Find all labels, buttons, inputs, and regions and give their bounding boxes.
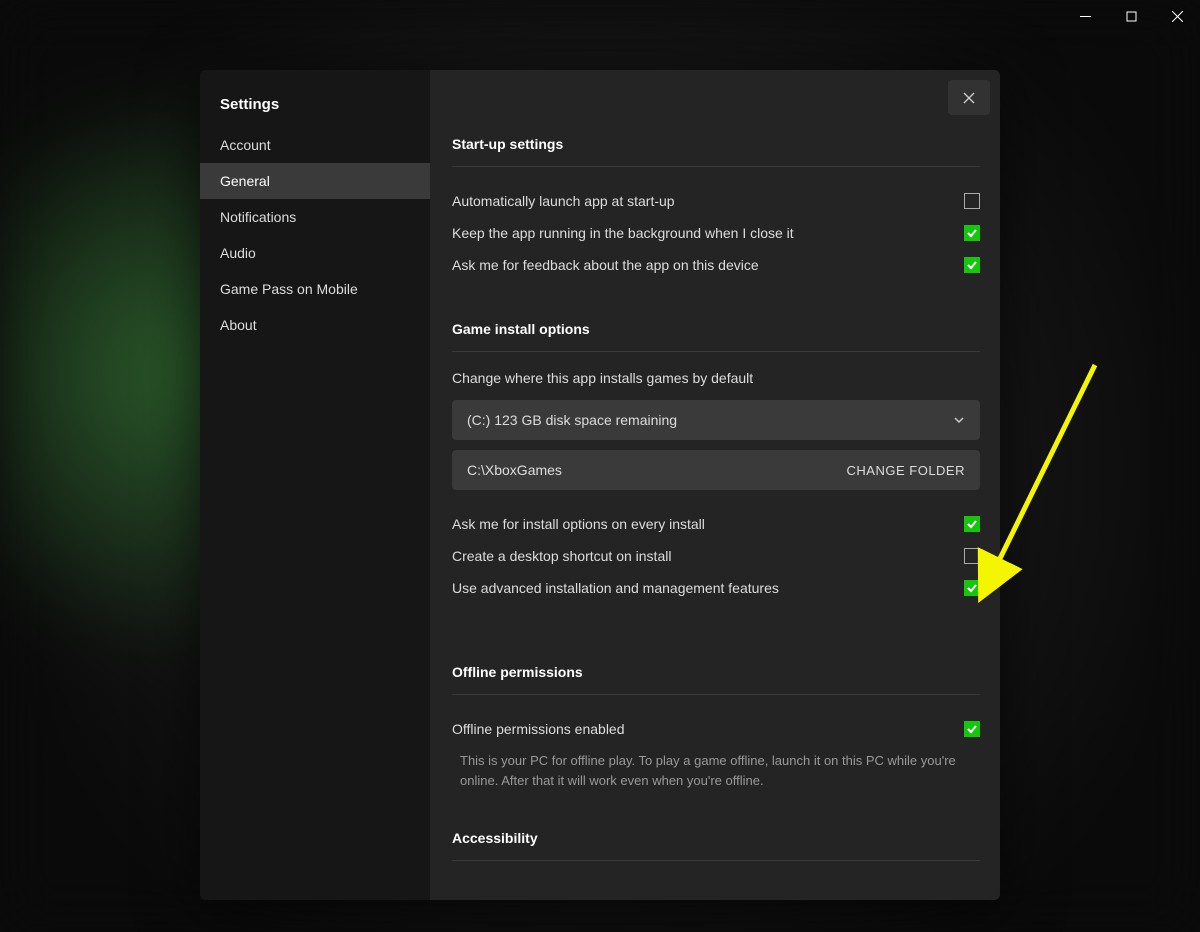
startup-background-checkbox[interactable]	[964, 225, 980, 241]
section-title-accessibility: Accessibility	[452, 830, 980, 861]
startup-auto-launch-checkbox[interactable]	[964, 193, 980, 209]
sidebar-item-about[interactable]: About	[200, 307, 430, 343]
settings-sidebar: Settings Account General Notifications A…	[200, 70, 430, 900]
install-ask-options-row: Ask me for install options on every inst…	[452, 508, 980, 540]
sidebar-item-game-pass-mobile[interactable]: Game Pass on Mobile	[200, 271, 430, 307]
install-advanced-checkbox[interactable]	[964, 580, 980, 596]
install-shortcut-row: Create a desktop shortcut on install	[452, 540, 980, 572]
section-title-offline: Offline permissions	[452, 664, 980, 695]
startup-background-row: Keep the app running in the background w…	[452, 217, 980, 249]
settings-dialog: Settings Account General Notifications A…	[200, 70, 1000, 900]
section-title-install: Game install options	[452, 321, 980, 352]
offline-enabled-checkbox[interactable]	[964, 721, 980, 737]
sidebar-item-notifications[interactable]: Notifications	[200, 199, 430, 235]
install-drive-selected: (C:) 123 GB disk space remaining	[467, 412, 677, 428]
close-icon	[963, 92, 975, 104]
window-maximize-button[interactable]	[1108, 0, 1154, 32]
startup-auto-launch-label: Automatically launch app at start-up	[452, 193, 675, 209]
install-advanced-label: Use advanced installation and management…	[452, 580, 779, 596]
startup-feedback-row: Ask me for feedback about the app on thi…	[452, 249, 980, 281]
offline-enabled-row: Offline permissions enabled	[452, 713, 980, 745]
install-folder-row: C:\XboxGames CHANGE FOLDER	[452, 450, 980, 490]
install-advanced-row: Use advanced installation and management…	[452, 572, 980, 604]
install-drive-dropdown[interactable]: (C:) 123 GB disk space remaining	[452, 400, 980, 440]
offline-help-text: This is your PC for offline play. To pla…	[452, 745, 980, 790]
offline-enabled-label: Offline permissions enabled	[452, 721, 625, 737]
change-folder-button[interactable]: CHANGE FOLDER	[847, 463, 965, 478]
startup-feedback-label: Ask me for feedback about the app on thi…	[452, 257, 759, 273]
startup-auto-launch-row: Automatically launch app at start-up	[452, 185, 980, 217]
sidebar-item-account[interactable]: Account	[200, 127, 430, 163]
install-shortcut-checkbox[interactable]	[964, 548, 980, 564]
install-ask-options-label: Ask me for install options on every inst…	[452, 516, 705, 532]
install-folder-path: C:\XboxGames	[467, 462, 562, 478]
dialog-close-button[interactable]	[948, 80, 990, 115]
install-ask-options-checkbox[interactable]	[964, 516, 980, 532]
startup-background-label: Keep the app running in the background w…	[452, 225, 794, 241]
chevron-down-icon	[953, 414, 965, 426]
sidebar-item-audio[interactable]: Audio	[200, 235, 430, 271]
sidebar-item-general[interactable]: General	[200, 163, 430, 199]
window-close-button[interactable]	[1154, 0, 1200, 32]
section-title-startup: Start-up settings	[452, 136, 980, 167]
sidebar-title: Settings	[200, 88, 430, 127]
window-minimize-button[interactable]	[1062, 0, 1108, 32]
startup-feedback-checkbox[interactable]	[964, 257, 980, 273]
settings-content: Start-up settings Automatically launch a…	[430, 70, 1000, 900]
install-where-label: Change where this app installs games by …	[452, 370, 980, 386]
install-shortcut-label: Create a desktop shortcut on install	[452, 548, 671, 564]
window-titlebar	[0, 0, 1200, 32]
